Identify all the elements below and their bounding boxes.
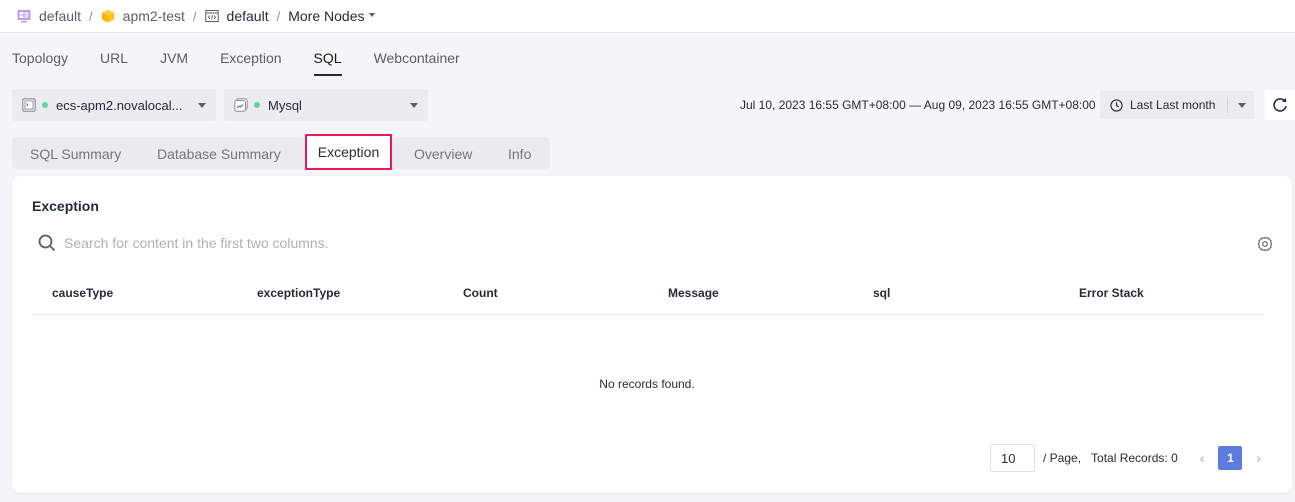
tab-webcontainer[interactable]: Webcontainer [374, 50, 460, 76]
status-dot [254, 102, 260, 108]
tab-url[interactable]: URL [100, 50, 128, 76]
refresh-button[interactable] [1265, 90, 1295, 120]
breadcrumb-label: apm2-test [122, 8, 185, 24]
card-title: Exception [32, 198, 99, 214]
database-icon [234, 98, 248, 112]
prev-page-icon[interactable]: ‹ [1200, 450, 1205, 466]
per-page-label: / Page, [1043, 451, 1082, 465]
chevron-down-icon [1238, 102, 1247, 108]
subtab-database-summary[interactable]: Database Summary [157, 146, 281, 162]
breadcrumb-label: More Nodes [288, 8, 365, 24]
empty-state: No records found. [599, 377, 695, 391]
search-input[interactable] [64, 235, 664, 251]
column-header-exceptiontype[interactable]: exceptionType [257, 286, 340, 300]
search-bar [38, 234, 664, 252]
time-preset-select[interactable]: Last Last month [1100, 91, 1254, 119]
tab-topology[interactable]: Topology [12, 50, 68, 76]
subtab-sql-summary[interactable]: SQL Summary [30, 146, 121, 162]
tab-jvm[interactable]: JVM [160, 50, 188, 76]
tab-sql[interactable]: SQL [313, 50, 342, 76]
breadcrumb-item-workspace[interactable]: default [17, 8, 81, 24]
breadcrumb-label: default [226, 8, 269, 24]
tab-exception[interactable]: Exception [220, 50, 281, 76]
refresh-icon [1273, 98, 1287, 112]
next-page-icon[interactable]: › [1256, 450, 1261, 466]
workspace-icon [17, 10, 31, 23]
subtab-exception[interactable]: Exception [305, 134, 392, 170]
more-nodes-dropdown[interactable]: More Nodes [288, 8, 376, 24]
breadcrumb-separator: / [89, 8, 93, 24]
time-range-text: Jul 10, 2023 16:55 GMT+08:00 — Aug 09, 2… [740, 98, 1096, 112]
database-select-value: Mysql [268, 97, 302, 113]
sub-tabs: SQL Summary Database Summary Exception O… [12, 134, 550, 170]
pagination: 10 / Page, Total Records: 0 ‹ 1 › [990, 444, 1261, 472]
breadcrumb: default / apm2-test / default / More Nod… [0, 0, 1295, 33]
host-select[interactable]: ecs-apm2.novalocal... [12, 89, 216, 121]
column-header-sql[interactable]: sql [873, 286, 890, 300]
code-window-icon [204, 10, 219, 22]
exception-card: Exception causeType exceptionType Count … [12, 176, 1292, 493]
column-header-message[interactable]: Message [668, 286, 719, 300]
subtab-info[interactable]: Info [508, 146, 531, 162]
database-select[interactable]: Mysql [224, 89, 428, 121]
page-number-current[interactable]: 1 [1218, 446, 1243, 470]
cube-icon [101, 9, 114, 23]
time-preset-value: Last Last month [1130, 98, 1216, 112]
clock-icon [1110, 98, 1123, 112]
breadcrumb-item-component[interactable]: default [204, 8, 269, 24]
chevron-down-icon [410, 102, 418, 108]
settings-gear-icon[interactable] [1257, 236, 1273, 252]
host-select-value: ecs-apm2.novalocal... [56, 97, 183, 113]
column-header-count[interactable]: Count [463, 286, 498, 300]
search-icon [38, 234, 56, 252]
breadcrumb-separator: / [192, 8, 197, 24]
host-icon [22, 98, 36, 112]
chevron-down-icon [369, 13, 376, 17]
main-tabs: Topology URL JVM Exception SQL Webcontai… [12, 50, 492, 76]
subtab-overview[interactable]: Overview [414, 146, 472, 162]
breadcrumb-label: default [39, 8, 82, 24]
column-header-error-stack[interactable]: Error Stack [1079, 286, 1144, 300]
column-header-causetype[interactable]: causeType [52, 286, 113, 300]
table-header: causeType exceptionType Count Message sq… [32, 276, 1264, 315]
page-size-select[interactable]: 10 [990, 444, 1035, 472]
divider [1227, 97, 1229, 113]
total-records: Total Records: 0 [1091, 451, 1178, 465]
breadcrumb-item-application[interactable]: apm2-test [101, 8, 185, 24]
status-dot [42, 102, 48, 108]
breadcrumb-separator: / [276, 8, 281, 24]
chevron-down-icon [198, 102, 206, 108]
